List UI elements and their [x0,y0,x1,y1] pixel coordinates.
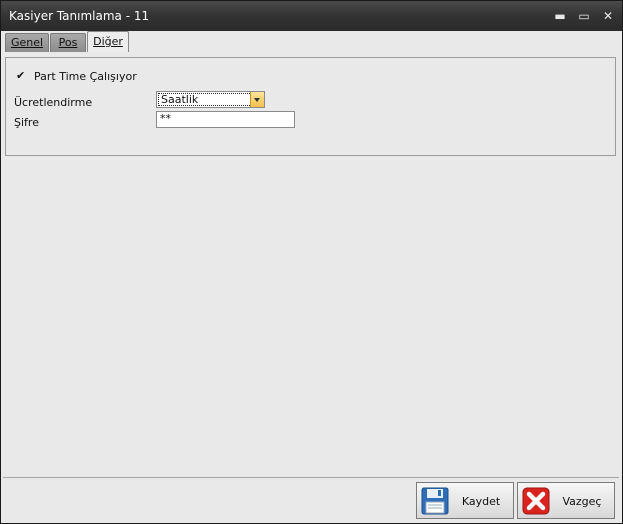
window-title: Kasiyer Tanımlama - 11 [9,9,150,23]
dialog-window: Kasiyer Tanımlama - 11 ▬ ▭ ✕ Genel Pos D… [0,0,623,524]
cancel-button-label: Vazgeç [562,495,602,508]
part-time-checkbox[interactable]: ✔ [16,70,26,80]
diger-panel: ✔ Part Time Çalışıyor Ücretlendirme Saat… [5,57,616,156]
tab-pos-label: Pos [58,36,78,49]
tab-genel-label: Genel [10,36,44,49]
ucretlendirme-value: Saatlik [158,93,252,106]
tab-diger[interactable]: Diğer [87,31,129,52]
title-bar[interactable]: Kasiyer Tanımlama - 11 ▬ ▭ ✕ [1,1,622,31]
minimize-button[interactable]: ▬ [551,7,569,25]
red-x-icon [522,487,550,515]
close-button[interactable]: ✕ [599,7,617,25]
tab-bar: Genel Pos Diğer [1,31,622,52]
ucretlendirme-label: Ücretlendirme [14,96,93,109]
cancel-button[interactable]: Vazgeç [517,482,615,519]
maximize-button[interactable]: ▭ [575,7,593,25]
footer-divider [3,477,619,478]
chevron-down-icon[interactable] [250,92,264,107]
save-button[interactable]: Kaydet [416,482,514,519]
floppy-disk-icon [421,487,449,515]
save-button-label: Kaydet [461,495,501,508]
check-mark-icon: ✔ [16,70,25,80]
tab-pos[interactable]: Pos [50,33,86,52]
ucretlendirme-combo[interactable]: Saatlik [156,91,265,108]
part-time-label[interactable]: Part Time Çalışıyor [34,70,137,83]
sifre-input[interactable]: ** [156,111,295,128]
tab-diger-label: Diğer [93,35,123,48]
sifre-label: Şifre [14,116,39,129]
tab-genel[interactable]: Genel [5,33,49,52]
